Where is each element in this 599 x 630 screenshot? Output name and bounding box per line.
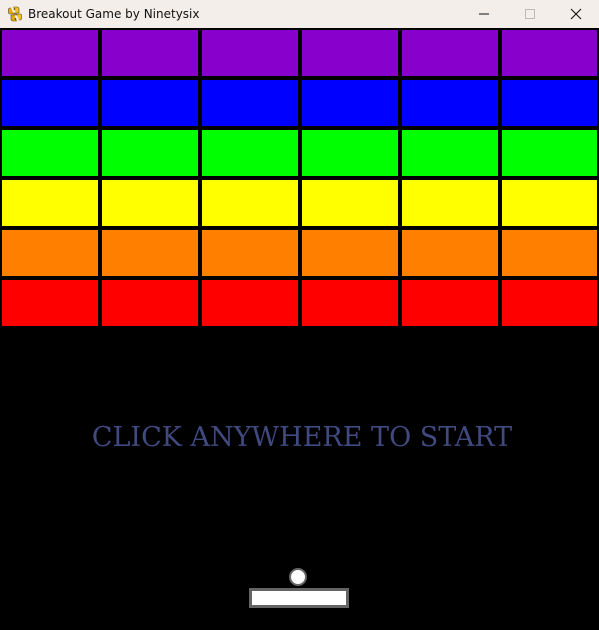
brick <box>100 278 200 328</box>
brick <box>400 228 500 278</box>
brick <box>300 78 400 128</box>
brick <box>300 228 400 278</box>
brick <box>400 178 500 228</box>
brick <box>300 278 400 328</box>
brick <box>200 128 300 178</box>
brick <box>100 228 200 278</box>
paddle[interactable] <box>249 588 349 608</box>
brick <box>500 128 599 178</box>
brick <box>400 278 500 328</box>
game-canvas[interactable]: CLICK ANYWHERE TO START <box>0 28 599 630</box>
window-title: Breakout Game by Ninetysix <box>28 7 200 21</box>
title-bar[interactable]: Breakout Game by Ninetysix <box>0 0 599 28</box>
window-controls <box>461 0 599 28</box>
brick <box>500 228 599 278</box>
minimize-icon <box>479 13 489 15</box>
brick <box>200 228 300 278</box>
close-button[interactable] <box>553 0 599 28</box>
brick <box>100 28 200 78</box>
brick <box>400 78 500 128</box>
python-icon <box>8 6 22 22</box>
brick <box>100 178 200 228</box>
brick <box>0 28 100 78</box>
ball <box>289 568 307 586</box>
minimize-button[interactable] <box>461 0 507 28</box>
brick <box>0 278 100 328</box>
game-window: Breakout Game by Ninetysix CLICK ANYWHER… <box>0 0 599 630</box>
brick <box>0 128 100 178</box>
brick <box>200 278 300 328</box>
brick <box>500 278 599 328</box>
brick <box>400 128 500 178</box>
brick <box>500 178 599 228</box>
brick <box>200 28 300 78</box>
brick <box>0 78 100 128</box>
maximize-icon <box>525 9 535 19</box>
brick <box>300 178 400 228</box>
brick <box>300 128 400 178</box>
start-message: CLICK ANYWHERE TO START <box>91 422 513 453</box>
brick <box>100 78 200 128</box>
brick <box>0 178 100 228</box>
brick <box>300 28 400 78</box>
brick <box>200 78 300 128</box>
brick <box>500 28 599 78</box>
brick <box>500 78 599 128</box>
maximize-button[interactable] <box>507 0 553 28</box>
brick <box>0 228 100 278</box>
brick <box>400 28 500 78</box>
brick <box>100 128 200 178</box>
brick <box>200 178 300 228</box>
close-icon <box>570 8 582 20</box>
